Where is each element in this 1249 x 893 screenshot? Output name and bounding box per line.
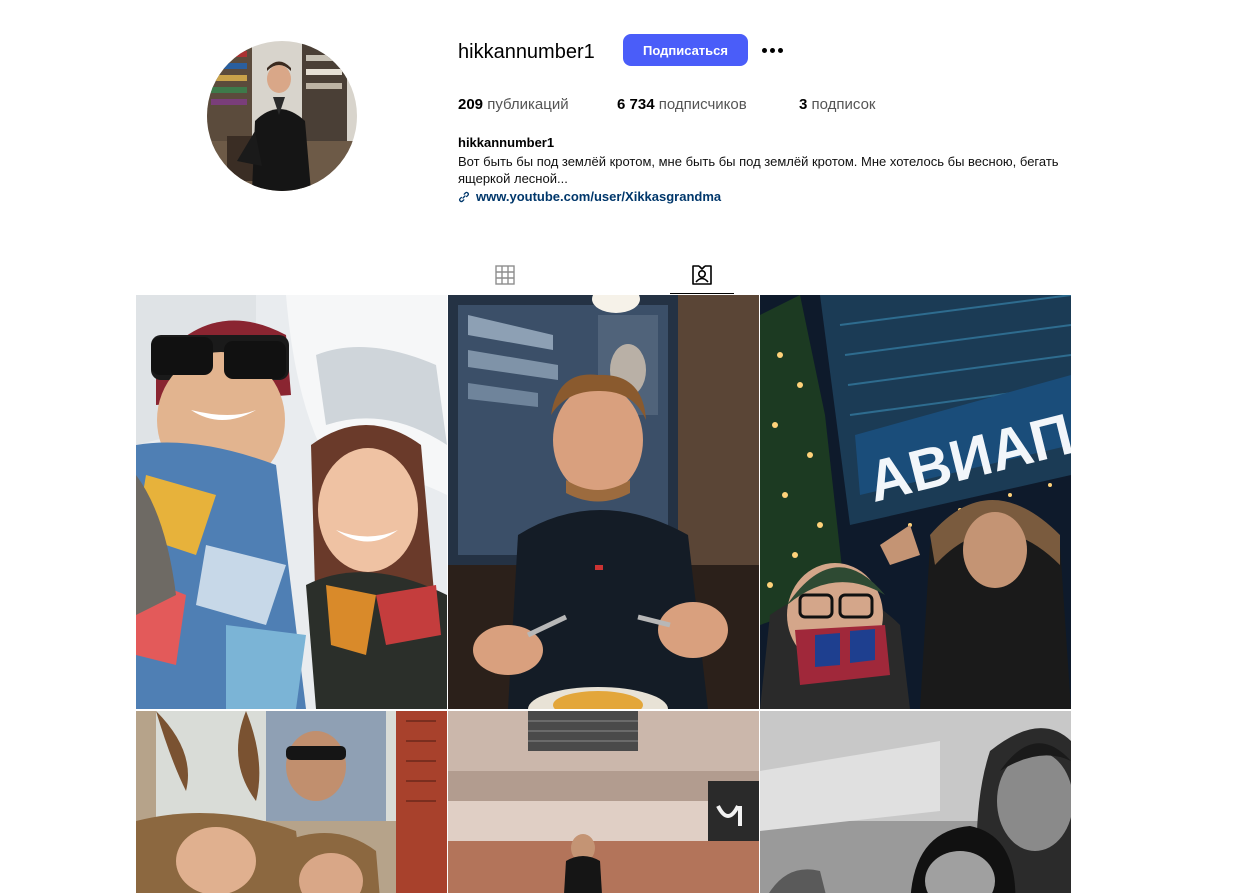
following-label: подписок	[811, 96, 876, 113]
more-dot	[761, 47, 767, 53]
photo-tile[interactable]	[448, 711, 759, 893]
more-options-button[interactable]	[758, 38, 786, 62]
bio-external-link[interactable]: www.youtube.com/user/Xikkasgrandma	[458, 189, 721, 205]
posts-label: публикаций	[487, 96, 569, 113]
profile-username: hikkannumber1	[458, 41, 595, 63]
photo-grid: АВИАПАР	[136, 295, 1071, 893]
bio-text: Вот быть бы под землёй кротом, мне быть …	[458, 154, 1059, 186]
following-count: 3	[799, 96, 808, 113]
more-dot	[777, 47, 783, 53]
photo-tile[interactable]	[136, 295, 447, 709]
followers-label: подписчиков	[658, 96, 747, 113]
tab-tagged[interactable]	[670, 256, 734, 294]
photo-tile[interactable]	[136, 711, 447, 893]
photo-black-white	[760, 711, 1071, 893]
tagged-icon	[692, 264, 712, 285]
more-dot	[769, 47, 775, 53]
grid-icon	[495, 265, 515, 285]
photo-tile[interactable]: АВИАПАР	[760, 295, 1071, 709]
followers-count: 6 734	[617, 96, 655, 113]
photo-tile[interactable]	[448, 295, 759, 709]
follow-button[interactable]: Подписаться	[623, 34, 748, 66]
stat-following[interactable]: 3 подписок	[799, 95, 875, 115]
stat-posts: 209 публикаций	[458, 95, 569, 115]
bio-name: hikkannumber1	[458, 135, 555, 150]
tab-posts[interactable]	[486, 256, 524, 294]
photo-street-poster	[136, 711, 447, 893]
photo-restaurant	[448, 295, 759, 709]
link-icon	[458, 191, 470, 203]
photo-snow-selfie	[136, 295, 447, 709]
photo-aviapark-night: АВИАПАР	[760, 295, 1071, 709]
profile-tabs	[136, 256, 1071, 294]
photo-tile[interactable]	[760, 711, 1071, 893]
bio-link-text: www.youtube.com/user/Xikkasgrandma	[476, 189, 722, 204]
profile-avatar[interactable]	[207, 41, 357, 191]
photo-building-facade	[448, 711, 759, 893]
stat-followers[interactable]: 6 734 подписчиков	[617, 95, 747, 115]
posts-count: 209	[458, 96, 484, 113]
